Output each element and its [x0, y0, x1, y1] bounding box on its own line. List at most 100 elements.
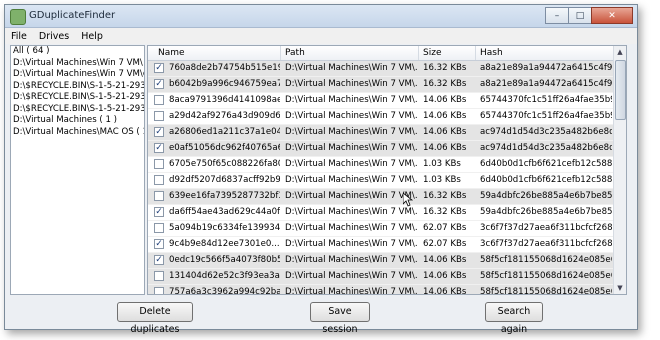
- scroll-up-icon[interactable]: ▲: [614, 46, 626, 58]
- row-checkbox[interactable]: [154, 111, 164, 121]
- search-again-button[interactable]: Search again: [485, 302, 543, 335]
- folder-item[interactable]: D:\Virtual Machines ( 1 ): [11, 115, 144, 127]
- table-row[interactable]: ✓ 9c4b9e84d12ee7301e0... D:\Virtual Machin…: [148, 237, 614, 253]
- cell-name: 9c4b9e84d12ee7301e0...: [169, 239, 280, 249]
- menu-file[interactable]: File: [5, 31, 33, 42]
- table-row[interactable]: ✓ e0af51056dc962f40765a633... D:\Virtual M…: [148, 141, 614, 157]
- folder-item[interactable]: D:\Virtual Machines\Win 7 VM\c: [11, 69, 144, 81]
- cell-hash: 58f5cf181155068d1624e085e6cc50e: [480, 255, 612, 265]
- folder-item[interactable]: D:\$RECYCLE.BIN\S-1-5-21-2934: [11, 92, 144, 104]
- scroll-thumb[interactable]: [615, 60, 626, 120]
- cell-path: D:\Virtual Machines\Win 7 VM\...: [285, 255, 417, 265]
- cell-size: 16.32 KBs: [423, 207, 467, 217]
- cell-path: D:\Virtual Machines\Win 7 VM\...: [285, 223, 417, 233]
- table-row[interactable]: ✓ 0edc19c566f5a4073f80b53... D:\Virtual Ma…: [148, 253, 614, 269]
- cell-name: 5a094b19c6334fe13993424...: [169, 223, 280, 233]
- cell-hash: 65744370fc1c51ff26a4fae35b90b: [480, 111, 612, 121]
- row-checkbox[interactable]: [154, 223, 164, 233]
- cell-hash: 59a4dbfc26be885a4e6b7be852a29d2e: [480, 191, 612, 201]
- cell-size: 14.06 KBs: [423, 287, 467, 295]
- cell-hash: 58f5cf181155068d1624e085e6cc50e: [480, 287, 612, 295]
- cell-name: 8aca9791396d4141098ae7e...: [169, 95, 280, 105]
- cell-size: 14.06 KBs: [423, 255, 467, 265]
- menu-drives[interactable]: Drives: [33, 31, 75, 42]
- row-checkbox[interactable]: ✓: [154, 207, 164, 217]
- row-checkbox[interactable]: ✓: [154, 255, 164, 265]
- cell-size: 16.32 KBs: [423, 191, 467, 201]
- row-checkbox[interactable]: [154, 191, 164, 201]
- folder-item[interactable]: D:\Virtual Machines\Win 7 VM\: [11, 58, 144, 70]
- cell-name: 6705e750f65c088226fa8000...: [169, 159, 280, 169]
- cell-size: 14.06 KBs: [423, 111, 467, 121]
- row-checkbox[interactable]: [154, 95, 164, 105]
- row-checkbox[interactable]: ✓: [154, 79, 164, 89]
- header-size[interactable]: Size: [419, 46, 476, 60]
- folder-item[interactable]: D:\$RECYCLE.BIN\S-1-5-21-2934: [11, 104, 144, 116]
- cell-hash: 6d40b0d1cfb6f621cefb12c588e6e76: [480, 175, 612, 185]
- table-row[interactable]: 639ee16fa7395287732bf34... D:\Virtual Mac…: [148, 189, 614, 205]
- row-checkbox[interactable]: [154, 175, 164, 185]
- scroll-down-icon[interactable]: ▼: [614, 282, 626, 294]
- cell-name: 131404d62e52c3f93ea3ac7...: [169, 271, 280, 281]
- menu-bar: File Drives Help: [5, 28, 637, 44]
- header-name[interactable]: Name: [148, 46, 281, 60]
- vertical-scrollbar[interactable]: ▲ ▼: [613, 46, 626, 294]
- folder-item[interactable]: All ( 64 ): [11, 46, 144, 58]
- folder-item[interactable]: D:\Virtual Machines\MAC OS ( 1: [11, 127, 144, 139]
- row-checkbox[interactable]: ✓: [154, 63, 164, 73]
- cell-name: 639ee16fa7395287732bf34...: [169, 191, 280, 201]
- cell-size: 14.06 KBs: [423, 143, 467, 153]
- table-row[interactable]: 6705e750f65c088226fa8000... D:\Virtual Ma…: [148, 157, 614, 173]
- close-icon[interactable]: ✕: [591, 7, 633, 24]
- cell-path: D:\Virtual Machines\Win 7 VM\...: [285, 95, 417, 105]
- table-row[interactable]: ✓ b6042b9a996c946759ea795... D:\Virtual Ma…: [148, 77, 614, 93]
- table-row[interactable]: 8aca9791396d4141098ae7e... D:\Virtual Mac…: [148, 93, 614, 109]
- cell-hash: 3c6f7f37d27aea6f311bcfcf268418e: [480, 223, 612, 233]
- cell-name: 757a6a3c3962a994c92bac6...: [169, 287, 280, 295]
- header-path[interactable]: Path: [281, 46, 419, 60]
- cell-path: D:\Virtual Machines\Win 7 VM\...: [285, 175, 417, 185]
- header-hash[interactable]: Hash: [476, 46, 614, 60]
- row-checkbox[interactable]: [154, 159, 164, 169]
- row-checkbox[interactable]: [154, 287, 164, 294]
- row-checkbox[interactable]: ✓: [154, 239, 164, 249]
- menu-help[interactable]: Help: [75, 31, 109, 42]
- cell-size: 16.32 KBs: [423, 63, 467, 73]
- cell-hash: a8a21e89a1a94472a6415c4f947ff83f: [480, 63, 612, 73]
- table-row[interactable]: ✓ 760a8de2b74754b515e19b... D:\Virtual Mac…: [148, 61, 614, 77]
- cell-name: 760a8de2b74754b515e19b...: [169, 63, 280, 73]
- delete-duplicates-button[interactable]: Delete duplicates: [117, 302, 193, 335]
- table-row[interactable]: 5a094b19c6334fe13993424... D:\Virtual Mac…: [148, 221, 614, 237]
- minimize-icon[interactable]: –: [545, 7, 569, 24]
- folder-item[interactable]: D:\$RECYCLE.BIN\S-1-5-21-2934: [11, 81, 144, 93]
- cell-name: 0edc19c566f5a4073f80b53...: [169, 255, 280, 265]
- table-row[interactable]: 757a6a3c3962a994c92bac6... D:\Virtual Mac…: [148, 285, 614, 295]
- mouse-cursor-icon: [403, 193, 413, 207]
- row-checkbox[interactable]: ✓: [154, 127, 164, 137]
- table-row[interactable]: 131404d62e52c3f93ea3ac7... D:\Virtual Mac…: [148, 269, 614, 285]
- cell-path: D:\Virtual Machines\Win 7 VM\...: [285, 207, 417, 217]
- cell-path: D:\Virtual Machines\Win 7 VM\...: [285, 239, 417, 249]
- row-checkbox[interactable]: ✓: [154, 143, 164, 153]
- table-row[interactable]: ✓ da6ff54ae43ad629c44a0f73... D:\Virtual M…: [148, 205, 614, 221]
- cell-hash: 59a4dbfc26be885a4e6b7be852a29d2e: [480, 207, 612, 217]
- table-body: ✓ 760a8de2b74754b515e19b... D:\Virtual Mac…: [148, 61, 614, 294]
- cell-path: D:\Virtual Machines\Win 7 VM\...: [285, 63, 417, 73]
- cell-size: 1.03 KBs: [423, 159, 461, 169]
- table-row[interactable]: ✓ a26806ed1a211c37a1e042e... D:\Virtual Ma…: [148, 125, 614, 141]
- cell-size: 14.06 KBs: [423, 95, 467, 105]
- cell-path: D:\Virtual Machines\Win 7 VM\...: [285, 159, 417, 169]
- cell-size: 1.03 KBs: [423, 175, 461, 185]
- cell-size: 14.06 KBs: [423, 271, 467, 281]
- row-checkbox[interactable]: [154, 271, 164, 281]
- save-session-button[interactable]: Save session: [310, 302, 370, 335]
- cell-path: D:\Virtual Machines\Win 7 VM\...: [285, 111, 417, 121]
- maximize-icon[interactable]: □: [568, 7, 592, 24]
- window-controls: – □ ✕: [545, 7, 633, 24]
- cell-name: e0af51056dc962f40765a633...: [169, 143, 280, 153]
- cell-path: D:\Virtual Machines\Win 7 VM\...: [285, 143, 417, 153]
- table-row[interactable]: a29d42af9276a43d909d695... D:\Virtual Mac…: [148, 109, 614, 125]
- table-row[interactable]: d92df5207d6837acff92b99... D:\Virtual Mac…: [148, 173, 614, 189]
- duplicates-table: Name Path Size Hash ✓ 760a8de2b74754b515e…: [147, 45, 627, 295]
- cell-name: da6ff54ae43ad629c44a0f73...: [169, 207, 280, 217]
